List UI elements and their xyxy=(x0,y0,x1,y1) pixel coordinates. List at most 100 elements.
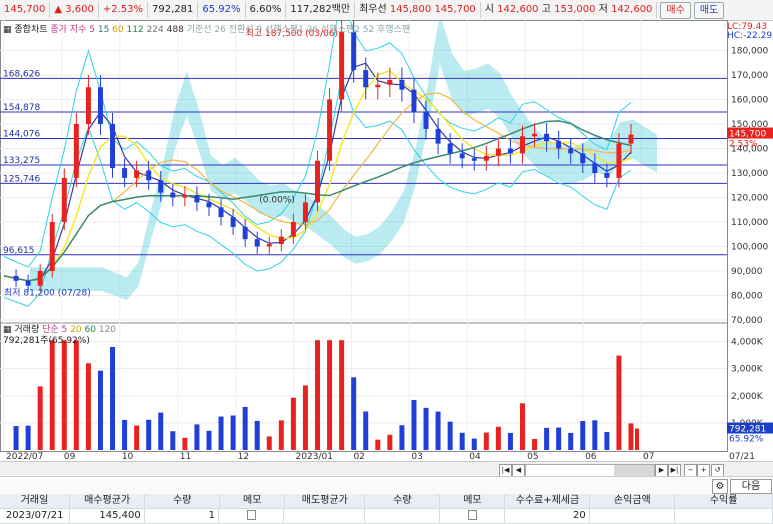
volume-bar xyxy=(97,370,103,450)
volume-bar xyxy=(182,437,188,450)
time-axis-label: 12 xyxy=(238,452,249,461)
volume-bar xyxy=(194,424,200,450)
turnover: 6.60% xyxy=(246,2,287,18)
scroll-thumb[interactable] xyxy=(614,465,654,476)
volume-bar xyxy=(411,399,417,450)
candle-body xyxy=(387,79,393,85)
buy-button[interactable]: 매수 xyxy=(660,1,691,19)
price-chart[interactable]: 168,626 154,878 144,076 133,275 125,746 96,61… xyxy=(0,20,773,461)
volume-bar xyxy=(544,427,550,450)
volume: 792,281 xyxy=(148,2,199,18)
memo-cell[interactable] xyxy=(219,509,285,523)
candle-body xyxy=(351,32,357,71)
candle-body xyxy=(459,153,465,159)
memo-cell[interactable] xyxy=(440,509,506,523)
volume-bar xyxy=(49,340,55,450)
candle-body xyxy=(315,160,320,203)
time-axis-label: 03 xyxy=(411,452,422,461)
volume-tick-label: 2,000K xyxy=(731,392,764,402)
table-row[interactable]: 2023/07/21 145,400 1 20 xyxy=(0,509,773,524)
candle-body xyxy=(423,111,429,129)
candle-body xyxy=(628,134,634,144)
volume-tick-label: 3,000K xyxy=(731,365,764,375)
time-axis-label: 09 xyxy=(64,452,76,461)
candle-body xyxy=(97,87,103,124)
time-axis-label: 11 xyxy=(180,452,191,461)
up-arrow-icon: ▲ xyxy=(54,4,63,15)
time-axis-label: 05 xyxy=(527,452,538,461)
volume-bar xyxy=(447,421,453,450)
volume-bar xyxy=(495,426,501,450)
volume-bar xyxy=(61,340,67,450)
price-change: ▲ 3,600 xyxy=(50,2,99,18)
price-tick-label: 80,000 xyxy=(731,292,763,302)
candle-body xyxy=(134,170,140,178)
price-legend: ▦ 종합차트 종가 지수 5 15 60 112 224 488 기준선 26 … xyxy=(3,25,411,35)
memo-icon[interactable] xyxy=(246,510,256,520)
candle-body xyxy=(13,275,19,281)
price-tick-label: 180,000 xyxy=(731,47,768,57)
candle-body xyxy=(363,70,369,88)
candle-body xyxy=(411,89,417,112)
level-label: 144,076 xyxy=(3,130,40,140)
candle-body xyxy=(182,195,188,198)
candle-body xyxy=(146,170,152,181)
next-button[interactable]: 다음 xyxy=(730,479,772,494)
chart-scrollbar[interactable]: |◀ ◀ ▶ ▶| − + ↺ xyxy=(0,461,773,477)
volume-bar xyxy=(278,420,284,450)
volume-bar xyxy=(592,420,598,450)
candle-body xyxy=(580,153,586,164)
volume-bar xyxy=(399,425,405,450)
candle-body xyxy=(556,141,562,149)
time-axis-label: 10 xyxy=(122,452,134,461)
volume-bar xyxy=(507,432,513,450)
best-quote: 최우선 145,800 145,700 xyxy=(355,2,481,18)
gear-icon[interactable]: ⚙ xyxy=(712,479,728,494)
candle-body xyxy=(592,163,598,173)
mid-marker: (0.00%) xyxy=(259,195,295,205)
price-tick-label: 130,000 xyxy=(731,169,768,179)
table-header: 거래일 매수평균가 수량 메모 매도평균가 수량 메모 수수료+제세금 손익금액… xyxy=(0,494,773,509)
level-label: 133,275 xyxy=(3,156,40,166)
volume-bar xyxy=(604,432,610,450)
volume-bar xyxy=(110,346,116,450)
candle-body xyxy=(110,124,116,169)
volume-bar xyxy=(242,406,248,450)
price-tick-label: 100,000 xyxy=(731,243,768,253)
ichimoku-legend: 기준선 26 전환선 9 선행스팬1 26 선행스팬2 52 후행스팬 xyxy=(186,25,411,35)
candle-body xyxy=(158,180,164,193)
candle-body xyxy=(483,155,489,161)
candle-body xyxy=(290,222,296,237)
candle-body xyxy=(471,158,477,161)
candle-body xyxy=(435,128,441,144)
sell-button[interactable]: 매도 xyxy=(693,1,725,19)
candle-body xyxy=(194,195,200,203)
memo-icon[interactable] xyxy=(467,510,477,520)
volume-bar xyxy=(423,407,429,450)
candle-body xyxy=(254,239,260,247)
candle-body xyxy=(266,244,272,247)
volume-bar xyxy=(471,438,477,450)
volume-bar xyxy=(85,363,91,450)
candle-body xyxy=(544,133,550,142)
volume-bar xyxy=(170,431,176,450)
current-change-badge: 2.53% xyxy=(729,140,758,150)
volume-badge-text: 792,281 xyxy=(729,425,766,435)
time-axis-label: 2023/01 xyxy=(296,452,333,461)
level-label: 154,878 xyxy=(3,103,40,113)
candle-body xyxy=(25,280,31,286)
candle-body xyxy=(218,207,224,218)
volume-bar xyxy=(302,385,308,450)
volume-pct-badge: 65.92% xyxy=(729,435,764,445)
candle-body xyxy=(49,222,55,271)
volume-bar xyxy=(218,416,224,450)
volume-bar xyxy=(435,411,441,450)
volume-bar xyxy=(519,403,525,450)
volume-bar xyxy=(25,425,31,450)
volume-bar xyxy=(532,438,538,450)
candle-body xyxy=(604,173,610,178)
candle-body xyxy=(73,124,79,178)
volume-tick-label: 4,000K xyxy=(731,338,764,348)
volume-bar xyxy=(363,411,369,450)
candle-body xyxy=(170,192,176,198)
